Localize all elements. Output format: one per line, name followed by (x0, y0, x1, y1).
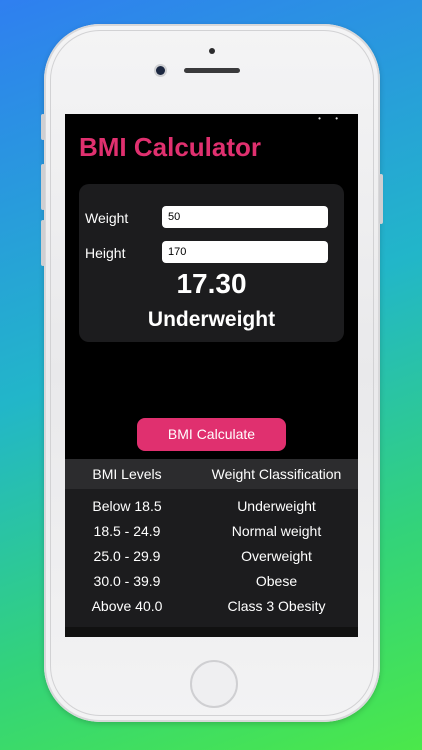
height-input[interactable] (162, 241, 328, 263)
proximity-sensor (209, 48, 215, 54)
tab-bar (65, 627, 358, 637)
classification-cell: Overweight (241, 548, 312, 564)
side-button-mute (41, 114, 45, 140)
front-camera-icon (156, 66, 165, 75)
classification-cell: Underweight (237, 498, 316, 514)
bmi-level-cell: Below 18.5 (92, 498, 162, 514)
weight-label: Weight (85, 210, 129, 226)
table-row: 25.0 - 29.9 Overweight (65, 544, 358, 568)
bmi-result-classification: Underweight (147, 308, 276, 331)
side-button-power (379, 174, 383, 224)
height-label: Height (85, 245, 126, 261)
column-header-weight-classification: Weight Classification (211, 466, 342, 482)
calculate-button[interactable]: BMI Calculate (137, 418, 286, 451)
bmi-table-body: Below 18.5 Underweight 18.5 - 24.9 Norma… (65, 489, 358, 627)
bmi-level-cell: 30.0 - 39.9 (93, 573, 161, 589)
bmi-level-cell: 18.5 - 24.9 (93, 523, 161, 539)
table-row: 18.5 - 24.9 Normal weight (65, 519, 358, 543)
table-row: Below 18.5 Underweight (65, 494, 358, 518)
classification-cell: Class 3 Obesity (227, 598, 326, 614)
column-header-bmi-levels: BMI Levels (92, 466, 162, 482)
classification-cell: Normal weight (231, 523, 322, 539)
bmi-result-value: 17.30 (176, 268, 247, 299)
status-bar-icons: • • (318, 114, 344, 123)
earpiece-speaker (184, 68, 240, 73)
bmi-level-cell: Above 40.0 (91, 598, 163, 614)
page-title: BMI Calculator (79, 132, 262, 162)
weight-input[interactable] (162, 206, 328, 228)
home-button[interactable] (190, 660, 238, 708)
side-button-volume-down (41, 220, 45, 266)
input-card: Weight Height 17.30 Underweight (79, 184, 344, 342)
table-row: Above 40.0 Class 3 Obesity (65, 594, 358, 618)
bmi-level-cell: 25.0 - 29.9 (93, 548, 161, 564)
table-row: 30.0 - 39.9 Obese (65, 569, 358, 593)
classification-cell: Obese (255, 573, 298, 589)
app-screen: • • BMI Calculator Weight Height 17.30 U… (65, 114, 358, 637)
bmi-table-header: BMI Levels Weight Classification (65, 459, 358, 489)
side-button-volume-up (41, 164, 45, 210)
